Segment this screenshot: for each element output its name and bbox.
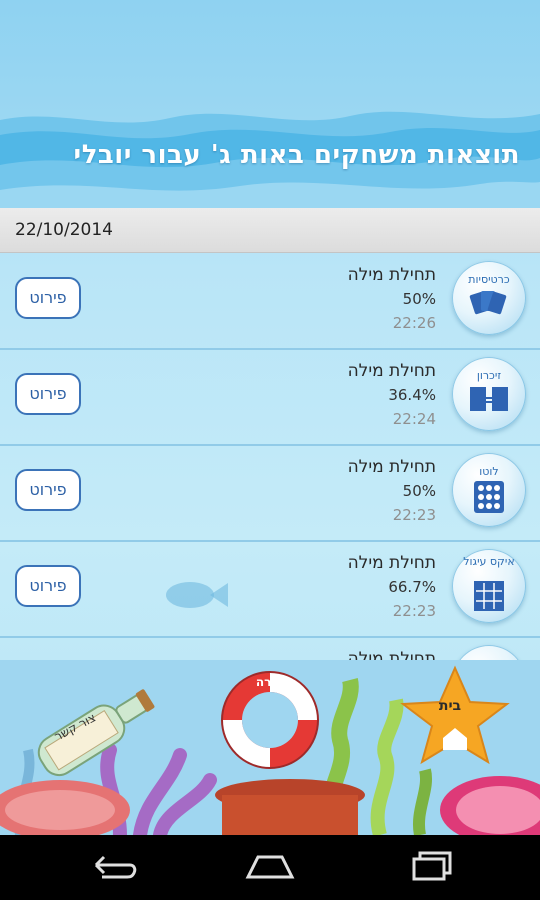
- help-button[interactable]: עזרה: [240, 675, 300, 689]
- result-row[interactable]: פירוט תחילת מילה 50% 22:23 לוטו: [0, 445, 540, 542]
- score-percent: 66.7%: [388, 578, 436, 596]
- game-name: תחילת מילה: [347, 265, 436, 285]
- score-percent: 50%: [402, 482, 436, 500]
- memory-icon: זיכרון: [452, 357, 526, 431]
- time-label: 22:23: [392, 506, 436, 524]
- tic-tac-toe-icon: איקס עיגול: [452, 549, 526, 623]
- result-row[interactable]: פירוט תחילת מילה 50% 22:26 כרטיסיות: [0, 253, 540, 350]
- recents-icon[interactable]: [400, 835, 460, 900]
- time-label: 22:23: [392, 602, 436, 620]
- lotto-icon: לוטו: [452, 453, 526, 527]
- header-sky: [0, 0, 540, 210]
- score-percent: 36.4%: [388, 386, 436, 404]
- result-row[interactable]: פירוט תחילת מילה 66.7% 22:23 איקס עיגול: [0, 541, 540, 638]
- game-name: תחילת מילה: [347, 553, 436, 573]
- wave-decoration: [0, 111, 540, 210]
- details-button[interactable]: פירוט: [15, 469, 81, 511]
- back-icon[interactable]: [82, 835, 142, 900]
- fish-silhouette: [166, 582, 228, 608]
- system-nav-bar: [0, 835, 540, 900]
- time-label: 22:26: [392, 314, 436, 332]
- page-title: תוצאות משחקים באות ג' עבור יובלי: [73, 140, 520, 170]
- score-percent: 50%: [402, 290, 436, 308]
- results-list[interactable]: פירוט תחילת מילה 50% 22:26 כרטיסיות פירו…: [0, 253, 540, 663]
- game-name: תחילת מילה: [347, 457, 436, 477]
- result-row[interactable]: פירוט תחילת מילה 36.4% 22:24 זיכרון: [0, 349, 540, 446]
- date-bar: 22/10/2014: [0, 208, 540, 253]
- details-button[interactable]: פירוט: [15, 373, 81, 415]
- screen: תוצאות משחקים באות ג' עבור יובלי 22/10/2…: [0, 0, 540, 900]
- time-label: 22:24: [392, 410, 436, 428]
- details-button[interactable]: פירוט: [15, 565, 81, 607]
- cards-icon: כרטיסיות: [452, 261, 526, 335]
- details-button[interactable]: פירוט: [15, 277, 81, 319]
- home-button[interactable]: בית: [428, 698, 472, 714]
- date-label: 22/10/2014: [15, 220, 113, 240]
- home-nav-icon[interactable]: [240, 835, 300, 900]
- game-name: תחילת מילה: [347, 361, 436, 381]
